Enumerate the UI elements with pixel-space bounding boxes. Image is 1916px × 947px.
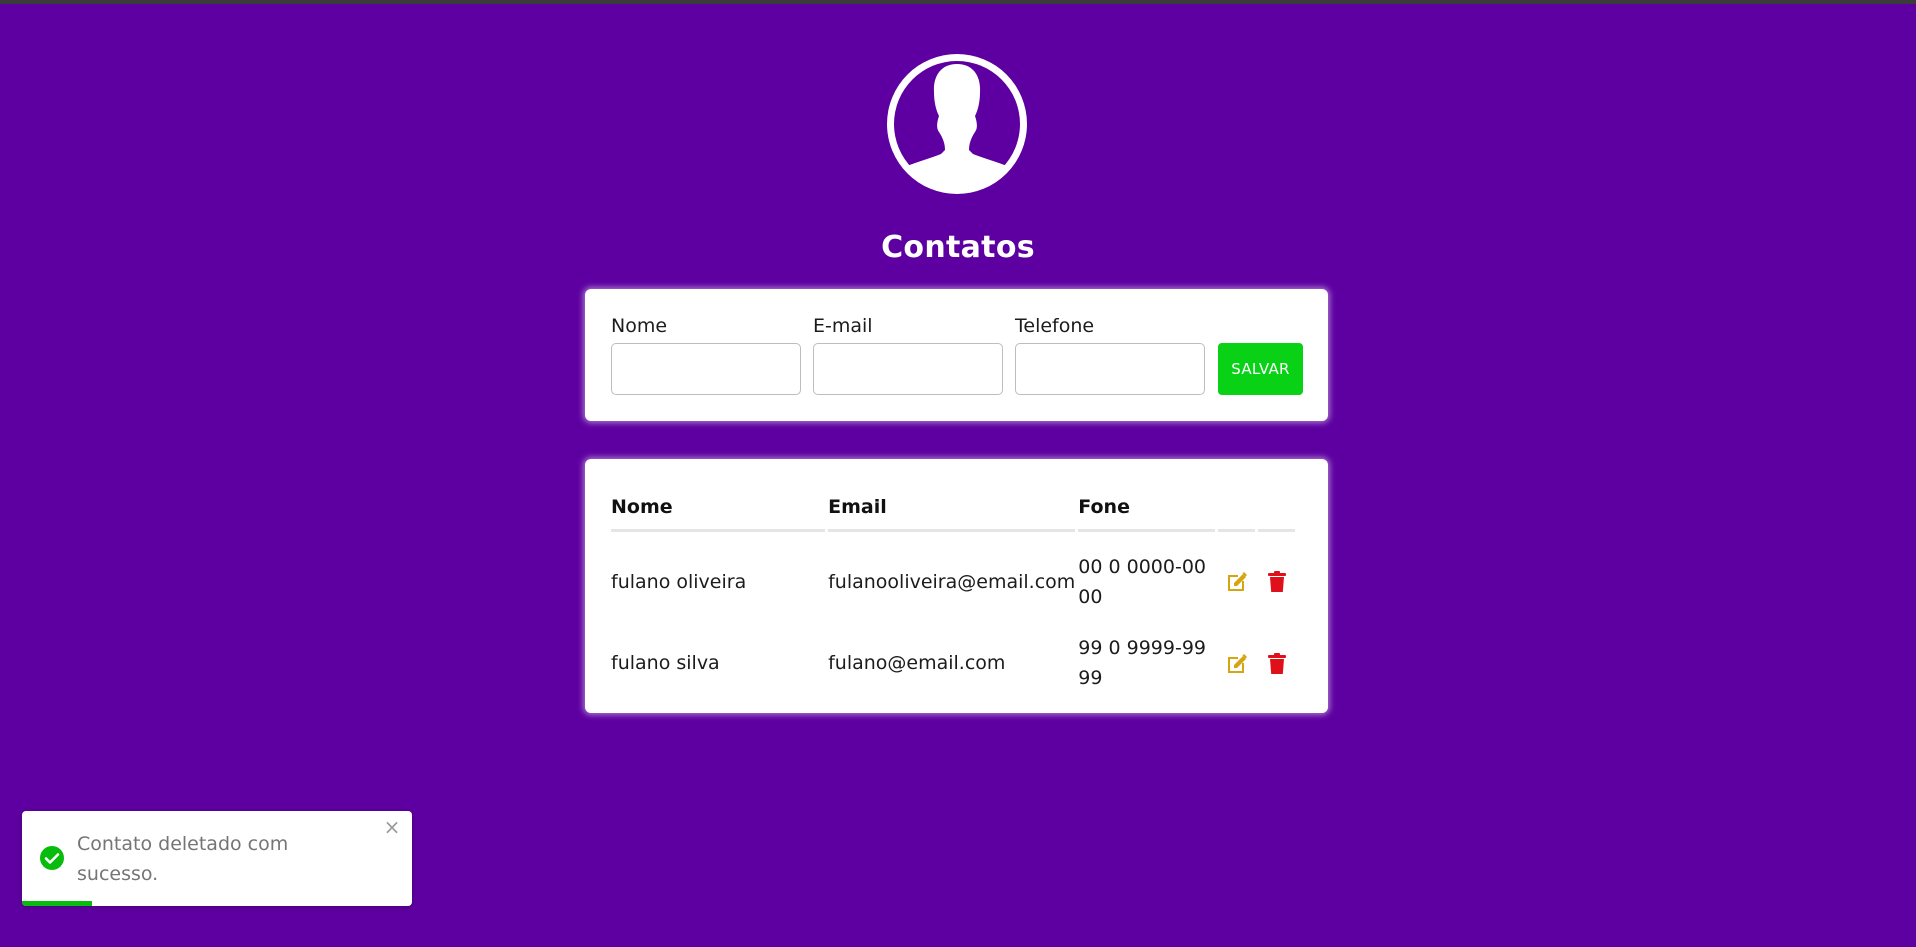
toast-message: Contato deletado com sucesso. (77, 833, 289, 885)
contact-email: fulano@email.com (828, 652, 1006, 674)
contact-name: fulano oliveira (611, 570, 747, 593)
save-button[interactable]: SALVAR (1218, 343, 1303, 395)
contacts-table: Nome Email Fone fulano oliveira fulanool… (608, 485, 1298, 695)
trash-icon[interactable] (1265, 652, 1289, 676)
contact-phone: 00 0 0000-0000 (1078, 555, 1207, 608)
column-header-name: Nome (611, 485, 826, 532)
toast-notification: Contato deletado com sucesso. × (22, 811, 412, 906)
email-input[interactable] (813, 343, 1003, 395)
close-icon[interactable]: × (382, 817, 402, 837)
column-header-phone: Fone (1078, 485, 1216, 532)
table-row: fulano silva fulano@email.com 99 0 9999-… (611, 631, 1295, 695)
contact-form: Nome E-mail Telefone SALVAR (585, 289, 1328, 421)
toast-progress-bar (22, 901, 93, 906)
edit-cell (1218, 631, 1255, 695)
page-title: Contatos (881, 230, 1035, 265)
contacts-table-card: Nome Email Fone fulano oliveira fulanool… (585, 459, 1328, 713)
email-label: E-mail (813, 315, 873, 337)
column-header-email: Email (828, 485, 1076, 532)
email-field-group: E-mail (813, 314, 1003, 395)
name-label: Nome (611, 315, 668, 337)
delete-cell (1258, 631, 1295, 695)
contact-email: fulanooliveira@email.com (828, 570, 1076, 593)
phone-field-group: Telefone (1015, 314, 1205, 395)
contact-name: fulano silva (611, 652, 720, 674)
avatar-icon (887, 54, 1027, 194)
trash-icon[interactable] (1265, 570, 1289, 594)
edit-cell (1218, 532, 1255, 631)
table-row: fulano oliveira fulanooliveira@email.com… (611, 532, 1295, 631)
contact-phone: 99 0 9999-9999 (1078, 637, 1207, 689)
check-circle-icon (40, 846, 64, 870)
edit-icon[interactable] (1225, 652, 1249, 676)
table-header-row: Nome Email Fone (611, 485, 1295, 532)
edit-icon[interactable] (1225, 570, 1249, 594)
column-header-edit (1218, 485, 1256, 532)
name-input[interactable] (611, 343, 801, 395)
phone-label: Telefone (1015, 315, 1095, 337)
delete-cell (1258, 532, 1295, 631)
phone-input[interactable] (1015, 343, 1205, 395)
column-header-delete (1258, 485, 1295, 532)
name-field-group: Nome (611, 314, 801, 395)
